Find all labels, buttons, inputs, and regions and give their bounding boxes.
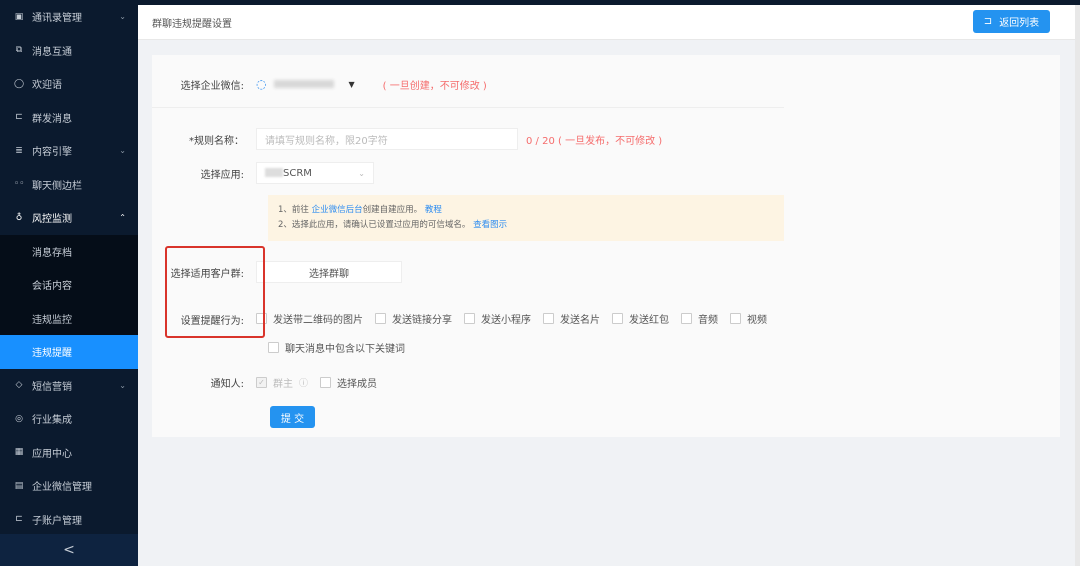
sidebar-item-label: 欢迎语 [32,80,62,92]
corp-select[interactable]: ◌ ▼ [256,77,355,91]
corp-label: 选择企业微信: [180,80,244,92]
sidebar-item[interactable]: ▣ 通讯录管理 ⌄ [0,0,138,34]
sms-icon: ◇ [15,380,23,391]
account-icon: ⊏ [15,514,23,525]
sidebar: ▣ 通讯录管理 ⌄ ⧉ 消息互通 ◯ 欢迎语 ⊏ 群发消息 ≣ 内容引擎 ⌄ ◦◦ 聊天侧边栏 ♁ 风控监测 ⌃… [0,0,138,566]
eye-icon: ◎ [15,413,23,424]
sidebar-item[interactable]: ⊏ 子账户管理 [0,503,138,537]
wecom-icon: ▤ [14,480,24,491]
corp-name-blurred [274,80,335,88]
corp-note: ( 一旦创建，不可修改 ) [382,80,487,92]
sidebar-item-label: 聊天侧边栏 [32,180,82,192]
behavior-checkbox[interactable]: 视频 [730,311,767,326]
scrollbar[interactable] [1075,5,1080,566]
behavior-checkbox[interactable]: 音频 [681,311,718,326]
rule-name-placeholder: 请填写规则名称，限20字符 [265,135,388,147]
help-icon: ⓘ [299,379,309,389]
mic-icon: ♁ [15,212,23,223]
back-to-list-button[interactable]: ⊐ 返回列表 [973,10,1050,33]
sidebar-item-label: 内容引擎 [32,147,72,159]
page-title: 群聊违规提醒设置 [152,18,232,30]
caret-down-icon: ▼ [348,79,355,89]
collapse-sidebar-button[interactable]: < [0,534,138,566]
app-select[interactable]: SCRM ⌄ [256,162,374,184]
app-value: SCRM [283,167,312,179]
notify-label: 通知人: [210,379,244,390]
keyword-checkbox[interactable]: 聊天消息中包含以下关键词 [268,340,405,355]
behavior-checkbox[interactable]: 发送名片 [543,311,600,326]
divider [152,107,784,108]
broadcast-icon: ⊏ [15,112,23,123]
sidebar-item[interactable]: ⊏ 群发消息 [0,101,138,135]
chevron-down-icon: ⌄ [119,12,126,22]
chevron-down-icon: ⌄ [119,380,126,390]
owner-checkbox: ✓ 群主 ⓘ [256,375,308,390]
highlight-annotation [165,246,265,338]
message-icon: ⧉ [15,45,23,56]
rule-name-label: *规则名称： [189,135,244,147]
sidebar-item-label: 子账户管理 [32,515,82,527]
chat-icon: ◯ [14,78,25,89]
chevron-down-icon: ⌄ [119,146,126,156]
view-diagram-link[interactable]: 查看图示 [473,220,507,230]
sidebar-item[interactable]: ▦ 应用中心 [0,436,138,470]
rule-name-input[interactable]: 请填写规则名称，限20字符 [256,128,518,150]
sidebar-item[interactable]: ≣ 内容引擎 ⌄ [0,134,138,168]
sidebar-item-label: 风控监测 [32,214,72,226]
rule-name-counter: 0 / 20 ( 一旦发布，不可修改 ) [526,135,663,147]
sidebar-item-label: 通讯录管理 [32,13,82,25]
sidebar-item-label: 企业微信管理 [32,482,92,494]
sidebar-subitem[interactable]: 会话内容 [0,268,138,302]
apps-icon: ▦ [14,447,24,458]
sidebar-subitem[interactable]: 违规监控 [0,302,138,336]
sidebar-item[interactable]: ◯ 欢迎语 [0,67,138,101]
wecom-admin-link[interactable]: 企业微信后台 [312,205,363,215]
select-member-checkbox[interactable]: 选择成员 [320,375,377,390]
sidebar-subitem[interactable]: 消息存档 [0,235,138,269]
sidebar-item[interactable]: ◎ 行业集成 [0,402,138,436]
behavior-checkbox[interactable]: 发送小程序 [464,311,531,326]
page-header: 群聊违规提醒设置 ⊐ 返回列表 [138,5,1075,40]
app-tip: 1、前往 企业微信后台创建自建应用。 教程 2、选择此应用，请确认已设置过应用的… [268,195,784,241]
wecom-icon: ◌ [256,77,267,91]
sidebar-item[interactable]: ⧉ 消息互通 [0,34,138,68]
sidebar-item[interactable]: ♁ 风控监测 ⌃ [0,201,138,235]
sidebar-item[interactable]: ▤ 企业微信管理 [0,469,138,503]
app-label: 选择应用: [200,169,244,181]
select-group-button[interactable]: 选择群聊 [256,261,402,283]
sidebar-item[interactable]: ◦◦ 聊天侧边栏 [0,168,138,202]
sidebar-item[interactable]: ◇ 短信营销 ⌄ [0,369,138,403]
behavior-checkbox[interactable]: 发送带二维码的图片 [256,311,363,326]
sidebar-subitem[interactable]: 违规提醒 [0,335,138,369]
chevron-up-icon: ⌃ [119,213,126,223]
sidebar-icon: ◦◦ [14,179,25,190]
contacts-icon: ▣ [14,11,24,22]
behavior-checkbox[interactable]: 发送红包 [612,311,669,326]
behavior-checkbox[interactable]: 发送链接分享 [375,311,452,326]
sidebar-item-label: 行业集成 [32,415,72,427]
sidebar-item-label: 群发消息 [32,113,72,125]
tutorial-link[interactable]: 教程 [425,205,442,215]
form-card: 选择企业微信: ◌ ▼ ( 一旦创建，不可修改 ) *规则名称： 请填写规则名称… [152,55,1060,437]
sidebar-item-label: 短信营销 [32,381,72,393]
sidebar-item-label: 应用中心 [32,448,72,460]
submit-button[interactable]: 提 交 [270,406,315,428]
sidebar-item-label: 消息互通 [32,46,72,58]
back-icon: ⊐ [983,16,993,27]
content-icon: ≣ [15,145,23,156]
chevron-down-icon: ⌄ [358,168,365,178]
